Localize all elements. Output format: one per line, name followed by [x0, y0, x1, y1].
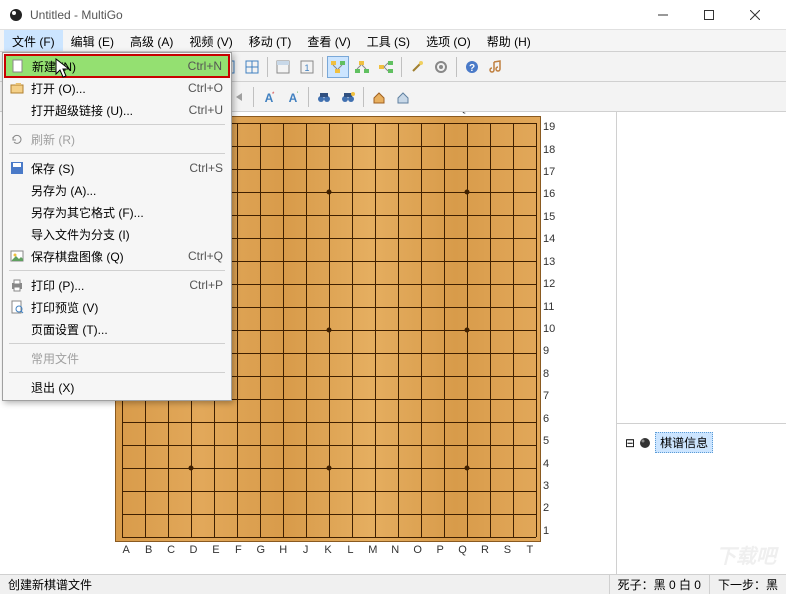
close-button[interactable] — [732, 0, 778, 30]
tree-1-icon[interactable] — [327, 56, 349, 78]
file-menu-item[interactable]: 打开 (O)...Ctrl+O — [5, 77, 229, 99]
minimize-button[interactable] — [640, 0, 686, 30]
window-title: Untitled - MultiGo — [30, 8, 640, 22]
open-icon — [9, 80, 25, 96]
file-menu-item[interactable]: 打印预览 (V) — [5, 296, 229, 318]
blank-icon — [9, 226, 25, 242]
svg-text:': ' — [297, 92, 298, 98]
preview-icon — [9, 299, 25, 315]
blank-icon — [9, 204, 25, 220]
binoc-2-icon[interactable] — [337, 86, 359, 108]
file-menu-item[interactable]: 保存棋盘图像 (Q)Ctrl+Q — [5, 245, 229, 267]
svg-text:1: 1 — [304, 63, 309, 73]
blank-icon — [9, 321, 25, 337]
print-icon — [9, 277, 25, 293]
settings-icon[interactable] — [430, 56, 452, 78]
tree-root-label: 棋谱信息 — [655, 432, 713, 453]
blank-icon — [9, 102, 25, 118]
file-menu-item[interactable]: 另存为其它格式 (F)... — [5, 201, 229, 223]
house-2-icon[interactable] — [392, 86, 414, 108]
blank-icon — [9, 379, 25, 395]
file-menu-item[interactable]: 新建 (N)Ctrl+N — [4, 54, 230, 78]
file-menu-item[interactable]: 导入文件为分支 (I) — [5, 223, 229, 245]
mark-b-icon[interactable]: A' — [282, 86, 304, 108]
new-doc-icon — [10, 58, 26, 74]
wand-icon[interactable] — [406, 56, 428, 78]
file-menu-item[interactable]: 另存为 (A)... — [5, 179, 229, 201]
menu-8[interactable]: 帮助 (H) — [479, 30, 539, 51]
status-next-move: 下一步：黑 — [710, 575, 786, 594]
file-menu-item[interactable]: 保存 (S)Ctrl+S — [5, 157, 229, 179]
file-menu-item[interactable]: 打印 (P)...Ctrl+P — [5, 274, 229, 296]
titlebar: Untitled - MultiGo — [0, 0, 786, 30]
file-menu-item: 常用文件 — [5, 347, 229, 369]
tree-2-icon[interactable] — [351, 56, 373, 78]
music-icon[interactable] — [485, 56, 507, 78]
menu-2[interactable]: 高级 (A) — [122, 30, 181, 51]
side-panels: ⊟ 棋谱信息 — [616, 112, 786, 574]
svg-text:*: * — [272, 92, 275, 98]
house-1-icon[interactable] — [368, 86, 390, 108]
file-menu-item[interactable]: 退出 (X) — [5, 376, 229, 398]
help-icon[interactable]: ? — [461, 56, 483, 78]
file-menu-dropdown[interactable]: 新建 (N)Ctrl+N打开 (O)...Ctrl+O打开超级链接 (U)...… — [2, 52, 232, 401]
svg-text:?: ? — [469, 63, 475, 74]
refresh-icon — [9, 131, 25, 147]
tree-3-icon[interactable] — [375, 56, 397, 78]
blank-icon — [9, 182, 25, 198]
binoc-1-icon[interactable] — [313, 86, 335, 108]
menu-1[interactable]: 编辑 (E) — [63, 30, 122, 51]
info-panel — [617, 112, 786, 424]
statusbar: 创建新棋谱文件 死子：黑 0 白 0 下一步：黑 — [0, 574, 786, 594]
menu-3[interactable]: 视频 (V) — [181, 30, 240, 51]
tree-expand-icon[interactable]: ⊟ — [625, 436, 635, 450]
layout-2-icon[interactable]: 1 — [296, 56, 318, 78]
menubar: 文件 (F)编辑 (E)高级 (A)视频 (V)移动 (T)查看 (V)工具 (… — [0, 30, 786, 52]
mark-a-icon[interactable]: A* — [258, 86, 280, 108]
pic-icon — [9, 248, 25, 264]
blank-icon — [9, 350, 25, 366]
app-icon — [8, 7, 24, 23]
menu-6[interactable]: 工具 (S) — [359, 30, 418, 51]
file-menu-item[interactable]: 页面设置 (T)... — [5, 318, 229, 340]
layout-1-icon[interactable] — [272, 56, 294, 78]
file-menu-item: 刷新 (R) — [5, 128, 229, 150]
status-captures: 死子：黑 0 白 0 — [610, 575, 710, 594]
tree-panel[interactable]: ⊟ 棋谱信息 — [617, 424, 786, 574]
tree-root-node[interactable]: ⊟ 棋谱信息 — [623, 430, 780, 455]
save-icon — [9, 160, 25, 176]
node-stone-icon — [639, 437, 651, 449]
status-message: 创建新棋谱文件 — [0, 575, 610, 594]
file-menu-item[interactable]: 打开超级链接 (U)...Ctrl+U — [5, 99, 229, 121]
menu-0[interactable]: 文件 (F) — [4, 30, 63, 51]
maximize-button[interactable] — [686, 0, 732, 30]
menu-5[interactable]: 查看 (V) — [299, 30, 358, 51]
menu-7[interactable]: 选项 (O) — [418, 30, 479, 51]
menu-4[interactable]: 移动 (T) — [241, 30, 300, 51]
tool-c-icon[interactable] — [241, 56, 263, 78]
